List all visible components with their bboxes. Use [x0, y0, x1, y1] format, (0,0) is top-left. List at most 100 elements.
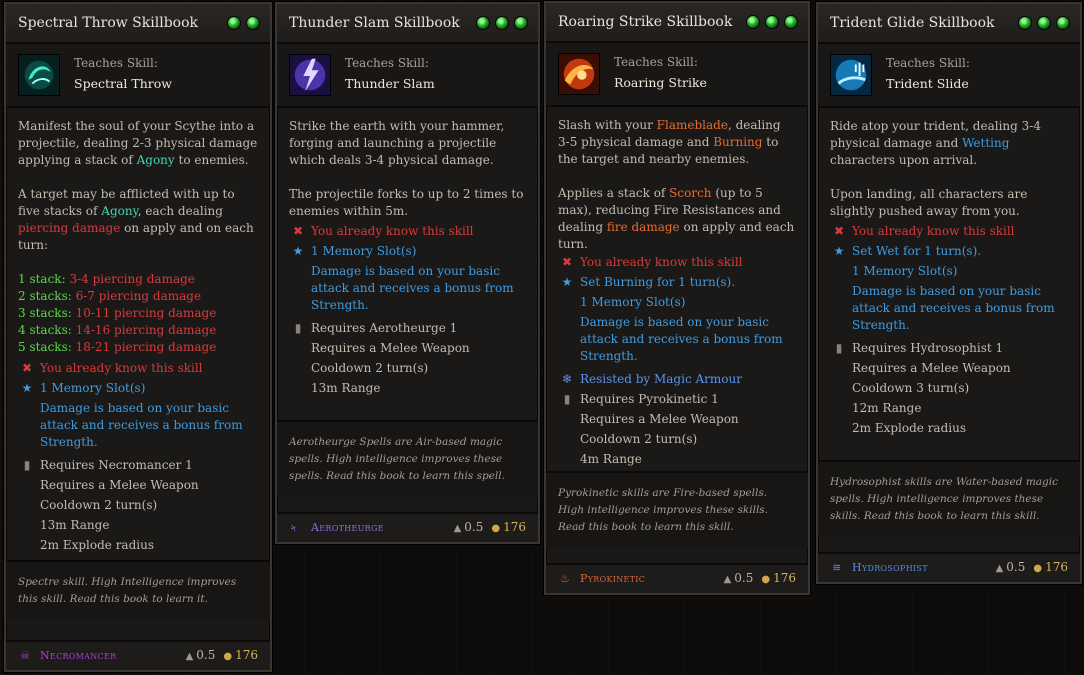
teaches-skill-label: Teaches Skill: — [74, 56, 158, 70]
tooltip-thunder-slam: Thunder Slam Skillbook Teaches Skill: Th… — [275, 2, 540, 544]
tooltip-title: Spectral Throw Skillbook — [18, 15, 198, 31]
resisted-by-row: ❄ Resisted by Magic Armour — [561, 372, 742, 386]
already-known-row: ✖ You already know this skill — [561, 255, 743, 269]
skill-description: Manifest the soul of your Scythe into a … — [18, 119, 258, 167]
tooltip-footer: ☠ Necromancer ▲ 0.5 ● 176 — [6, 640, 270, 670]
school-label: ☠ Necromancer — [20, 649, 117, 662]
stack-list: 1 stack: 3-4 piercing damage 2 stacks: 6… — [18, 271, 258, 356]
weight-value: 0.5 — [1006, 560, 1026, 574]
teaches-skill-label: Teaches Skill: — [614, 55, 698, 69]
red-x-icon: ✖ — [561, 255, 573, 269]
red-x-icon: ✖ — [21, 361, 33, 375]
rune-slots — [1018, 16, 1070, 30]
requirement-row: ▮ Requires Necromancer 1 — [18, 457, 258, 474]
flavor-text: Aerotheurge Spells are Air-based magic s… — [277, 420, 538, 497]
item-stats: ▲ 0.5 ● 176 — [186, 648, 258, 662]
skill-name: Spectral Throw — [74, 76, 172, 91]
tooltip-roaring-strike: Roaring Strike Skillbook Teaches Skill: … — [544, 1, 810, 595]
requirement-row: ▮ Requires Aerotheurge 1 — [289, 320, 526, 337]
weight-value: 0.5 — [464, 520, 484, 534]
red-x-icon: ✖ — [833, 224, 845, 238]
tooltip-footer: ϟ Aerotheurge ▲ 0.5 ● 176 — [277, 512, 538, 542]
stack-row: 3 stacks: 10-11 piercing damage — [18, 306, 217, 320]
tooltip-body: Strike the earth with your hammer, forgi… — [277, 108, 538, 405]
skill-description-scorch: Applies a stack of Scorch (up to 5 max),… — [558, 186, 795, 251]
memory-star-icon: ★ — [292, 244, 304, 258]
rune-slot-orb — [1037, 16, 1051, 30]
rune-slot-orb — [765, 15, 779, 29]
already-known-row: ✖ You already know this skill — [292, 224, 474, 238]
memory-slot-row: 1 Memory Slot(s) — [852, 264, 958, 278]
tooltip-spectral-throw: Spectral Throw Skillbook Teaches Skill: … — [4, 2, 272, 672]
range: 13m Range — [40, 518, 110, 532]
trident-glide-icon — [830, 54, 872, 96]
weight-icon: ▲ — [453, 523, 462, 534]
weapon-requirement: Requires a Melee Weapon — [40, 478, 199, 492]
bookmark-icon: ▮ — [563, 392, 571, 406]
skull-icon: ☠ — [20, 649, 31, 662]
gold-coin-icon: ● — [223, 651, 233, 662]
thunder-slam-icon — [289, 54, 331, 96]
status-effect-row: ★ Set Wet for 1 turn(s). — [833, 244, 982, 258]
stack-row: 1 stack: 3-4 piercing damage — [18, 272, 195, 286]
gold-coin-icon: ● — [761, 574, 771, 585]
weapon-requirement: Requires a Melee Weapon — [311, 341, 470, 355]
rune-slot-orb — [495, 16, 509, 30]
tooltip-footer: ♨ Pyrokinetic ▲ 0.5 ● 176 — [546, 563, 808, 593]
air-bolt-icon: ϟ — [291, 521, 297, 534]
skill-description-landing: Upon landing, all characters are slightl… — [830, 187, 1028, 218]
gold-coin-icon: ● — [491, 523, 501, 534]
scaling-text: Damage is based on your basic attack and… — [580, 315, 783, 363]
spectral-throw-icon — [18, 54, 60, 96]
flavor-text: Hydrosophist skills are Water-based magi… — [818, 460, 1080, 537]
skill-description-stacks: A target may be afflicted with up to fiv… — [18, 187, 254, 252]
magic-armour-icon: ❄ — [561, 372, 573, 386]
cooldown: Cooldown 2 turn(s) — [580, 432, 698, 446]
requirement-row: ▮ Requires Pyrokinetic 1 — [558, 391, 796, 408]
rune-slots — [227, 16, 260, 30]
flavor-text: Spectre skill. High Intelligence improve… — [6, 560, 270, 620]
rune-slots — [746, 15, 798, 29]
weight-value: 0.5 — [196, 648, 216, 662]
weapon-requirement: Requires a Melee Weapon — [580, 412, 739, 426]
tooltip-header: Thunder Slam Skillbook — [277, 4, 538, 44]
already-known-row: ✖ You already know this skill — [833, 224, 1015, 238]
effect-star-icon: ★ — [561, 275, 573, 289]
rune-slot-orb — [784, 15, 798, 29]
bookmark-icon: ▮ — [835, 341, 843, 355]
gold-coin-icon: ● — [1033, 563, 1043, 574]
rune-slot-orb — [227, 16, 241, 30]
skill-description: Strike the earth with your hammer, forgi… — [289, 119, 505, 167]
school-label: ≋ Hydrosophist — [832, 561, 928, 574]
teaches-skill-label: Teaches Skill: — [345, 56, 429, 70]
tooltip-header: Roaring Strike Skillbook — [546, 3, 808, 43]
stack-row: 5 stacks: 18-21 piercing damage — [18, 340, 217, 354]
gold-value: 176 — [235, 648, 258, 662]
rune-slot-orb — [1056, 16, 1070, 30]
range: 12m Range — [852, 401, 922, 415]
item-stats: ▲ 0.5 ● 176 — [454, 520, 526, 534]
rune-slots — [476, 16, 528, 30]
skill-name: Trident Slide — [886, 76, 969, 91]
flavor-text: Pyrokinetic skills are Fire-based spells… — [546, 471, 808, 548]
roaring-strike-icon — [558, 53, 600, 95]
memory-star-icon: ★ — [21, 381, 33, 395]
memory-slot-row: ★ 1 Memory Slot(s) — [21, 381, 146, 395]
skill-description-fork: The projectile forks to up to 2 times to… — [289, 187, 524, 218]
skill-name: Thunder Slam — [345, 76, 435, 91]
already-known-row: ✖ You already know this skill — [21, 361, 203, 375]
requirement-row: ▮ Requires Hydrosophist 1 — [830, 340, 1068, 357]
scaling-text: Damage is based on your basic attack and… — [40, 401, 243, 449]
range: 4m Range — [580, 452, 642, 466]
bookmark-icon: ▮ — [294, 321, 302, 335]
tooltip-header: Spectral Throw Skillbook — [6, 4, 270, 44]
explode-radius: 2m Explode radius — [40, 538, 154, 552]
water-wave-icon: ≋ — [832, 561, 842, 574]
school-label: ♨ Pyrokinetic — [560, 572, 646, 585]
item-stats: ▲ 0.5 ● 176 — [724, 571, 796, 585]
rune-slot-orb — [514, 16, 528, 30]
tooltip-title: Trident Glide Skillbook — [830, 15, 995, 31]
range: 13m Range — [311, 381, 381, 395]
tooltip-title: Thunder Slam Skillbook — [289, 15, 460, 31]
teaches-skill-section: Teaches Skill: Roaring Strike — [546, 43, 808, 107]
